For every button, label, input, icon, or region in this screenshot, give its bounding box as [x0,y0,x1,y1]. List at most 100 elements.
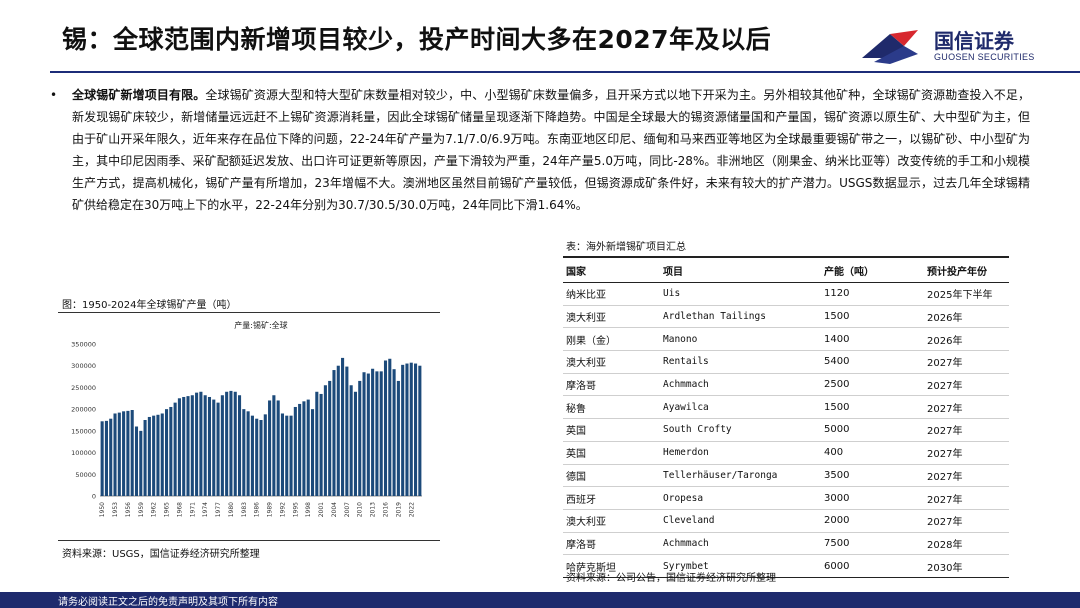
cell-country: 纳米比亚 [563,282,660,306]
table-row: 英国 Hemerdon 400 2027年 [563,441,1009,465]
y-tick-label: 50000 [75,471,96,479]
chart-bar [349,385,353,496]
chart-bar [143,420,147,496]
cell-capacity: 1120 [821,282,924,306]
table-row: 西班牙 Oropesa 3000 2027年 [563,486,1009,510]
cell-start-year: 2027年 [924,350,1009,374]
column-header-project: 项目 [660,256,821,283]
chart-bar [285,415,289,496]
cell-capacity: 5000 [821,418,924,442]
cell-project: Achmmach [660,532,821,556]
chart-bar [199,391,203,496]
chart-bar [379,371,383,496]
table-row: 澳大利亚 Rentails 5400 2027年 [563,350,1009,374]
cell-country: 德国 [563,464,660,488]
logo-chinese-name: 国信证券 [934,29,1014,53]
chart-bar [220,395,224,496]
chart-bar [156,414,160,496]
cell-country: 刚果（金） [563,327,660,352]
chart-bar [195,392,199,496]
x-tick-label: 1956 [125,502,132,517]
cell-capacity: 5400 [821,350,924,374]
chart-bar [293,406,297,496]
footer-disclaimer: 请务必阅读正文之后的免责声明及其项下所有内容 [58,597,278,608]
chart-bar [405,363,409,496]
chart-bar [396,380,400,496]
y-tick-label: 100000 [71,449,96,457]
cell-project: Achmmach [660,373,821,397]
cell-project: Ayawilca [660,395,821,420]
table-row: 摩洛哥 Achmmach 2500 2027年 [563,373,1009,397]
chart-bar [306,399,310,496]
logo-english-name: GUOSEN SECURITIES [934,52,1035,62]
x-tick-label: 1983 [241,502,248,517]
chart-bar [280,413,285,496]
cell-capacity: 3500 [821,464,924,488]
chart-bar [263,414,267,496]
cell-country: 澳大利亚 [563,305,660,329]
cell-start-year: 2030年 [924,554,1009,578]
chart-bar [190,395,194,496]
chart-caption: 图：1950-2024年全球锡矿产量（吨） [62,300,237,311]
cell-capacity: 1400 [821,327,924,352]
cell-country: 英国 [563,441,660,465]
chart-bar [250,415,254,496]
x-tick-label: 2001 [318,502,325,517]
y-tick-label: 0 [92,493,96,501]
x-tick-label: 1968 [176,502,183,517]
chart-bar [169,406,173,496]
chart-bar [375,371,379,496]
cell-start-year: 2027年 [924,486,1009,510]
y-tick-label: 150000 [71,427,96,435]
chart-bar [310,409,315,496]
chart-bar [152,415,156,496]
chart-bar [358,380,362,496]
cell-start-year: 2027年 [924,441,1009,465]
cell-project: Tellerhäuser/Taronga [660,464,821,488]
cell-start-year: 2027年 [924,509,1009,533]
chart-bar [362,372,366,496]
table-source: 资料来源：公司公告，国信证券经济研究所整理 [566,573,776,584]
chart-bar [268,400,272,496]
cell-country: 澳大利亚 [563,350,660,374]
chart-bar [401,364,405,496]
x-tick-label: 1986 [254,502,261,517]
chart-bar [109,418,113,496]
chart-bar [216,402,220,496]
y-tick-label: 250000 [71,384,96,392]
cell-start-year: 2026年 [924,327,1009,352]
chart-bar [229,390,233,496]
x-tick-label: 1977 [215,502,222,517]
x-tick-label: 1995 [292,502,299,517]
chart-bar [212,399,216,496]
chart-bar [328,380,332,496]
chart-bar [173,402,177,496]
cell-country: 摩洛哥 [563,532,660,556]
chart-bar [242,409,246,496]
paragraph-lead: 全球锡矿新增项目有限。 [72,88,206,102]
chart-bar [345,366,349,496]
y-tick-label: 350000 [71,341,96,349]
chart-bar [104,420,108,496]
chart-bar [298,403,302,496]
chart-bar [366,373,370,496]
chart-bar [371,368,375,496]
x-tick-label: 1971 [189,502,196,517]
cell-capacity: 7500 [821,532,924,556]
cell-capacity: 1500 [821,395,924,420]
x-tick-label: 1989 [267,502,274,517]
table-row: 澳大利亚 Ardlethan Tailings 1500 2026年 [563,305,1009,329]
cell-project: Manono [660,327,821,352]
x-tick-label: 1980 [228,502,235,517]
chart-bar [117,412,121,496]
cell-project: Cleveland [660,509,821,533]
x-tick-label: 1998 [305,502,312,517]
chart-bar [336,365,340,496]
paragraph-text: 全球锡矿资源大型和特大型矿床数量相对较少，中、小型锡矿床数量偏多，且开采方式以地… [72,88,1030,212]
bullet-marker: • [50,88,58,102]
chart-bar [289,415,293,496]
x-tick-label: 1959 [138,502,145,517]
x-tick-label: 1974 [202,502,209,517]
cell-start-year: 2026年 [924,305,1009,329]
x-tick-label: 2019 [395,502,402,517]
